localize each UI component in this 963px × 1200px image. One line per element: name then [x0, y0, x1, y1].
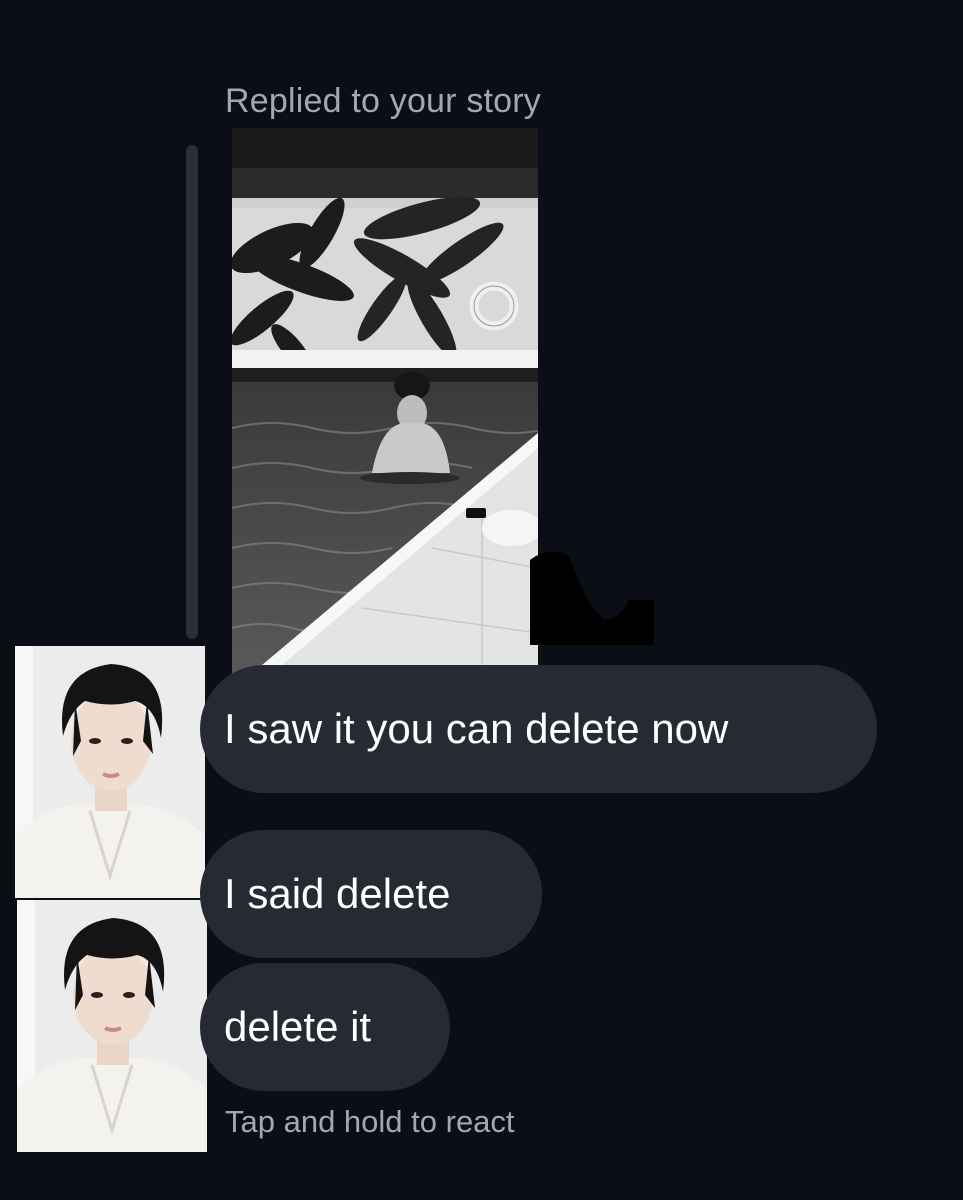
message-text: delete it [224, 1003, 372, 1050]
redaction-shape [530, 551, 654, 645]
replied-to-story-label: Replied to your story [225, 82, 542, 120]
dm-thread: Replied to your story I saw it you can d… [0, 0, 963, 1200]
message-text: I saw it you can delete now [224, 705, 729, 752]
reply-indicator-bar [186, 145, 198, 639]
message-bubble[interactable]: I saw it you can delete now [200, 665, 877, 793]
story-thumbnail[interactable] [232, 128, 538, 682]
react-hint: Tap and hold to react [225, 1104, 515, 1139]
message-bubble[interactable]: delete it [200, 963, 450, 1091]
message-bubble[interactable]: I said delete [200, 830, 542, 958]
sender-avatar[interactable] [17, 900, 207, 1152]
sender-avatar[interactable] [15, 646, 205, 898]
message-text: I said delete [224, 870, 451, 917]
